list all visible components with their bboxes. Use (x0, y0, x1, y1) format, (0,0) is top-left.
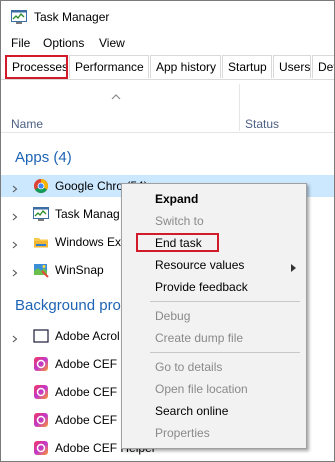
menu-view[interactable]: View (99, 36, 125, 50)
tab-processes[interactable]: Processes (5, 55, 68, 79)
chrome-icon (33, 178, 49, 194)
sort-up-icon[interactable] (111, 90, 121, 100)
menu-item-switch-to: Switch to (155, 214, 204, 228)
menu-item-properties: Properties (155, 426, 210, 440)
adobe-cef-icon (33, 440, 49, 456)
chevron-right-icon[interactable] (12, 210, 18, 221)
process-name: WinSnap (55, 263, 104, 277)
adobe-cef-icon (33, 356, 49, 372)
chevron-right-icon[interactable] (12, 238, 18, 249)
menu-item-expand[interactable]: Expand (155, 192, 198, 206)
task-manager-icon (33, 206, 49, 222)
chevron-right-icon[interactable] (12, 182, 18, 193)
menu-item-debug: Debug (155, 309, 191, 323)
column-header-name[interactable]: Name (11, 117, 43, 131)
title-bar[interactable]: Task Manager (1, 1, 334, 31)
menu-item-go-to-details: Go to details (155, 360, 223, 374)
window-title: Task Manager (34, 10, 110, 24)
process-name: Adobe CEF H (55, 357, 130, 371)
tab-users[interactable]: Users (273, 55, 311, 78)
chevron-right-icon[interactable] (12, 266, 18, 277)
chevron-right-icon[interactable] (12, 332, 18, 343)
tab-app-history[interactable]: App history (150, 55, 221, 78)
group-background-title: Background pro (15, 297, 121, 314)
process-name: Task Manag (55, 207, 120, 221)
column-divider[interactable] (239, 84, 240, 131)
process-name: Adobe Acrol (55, 329, 120, 343)
menu-separator (150, 352, 300, 353)
process-name: Adobe CEF H (55, 385, 130, 399)
menu-item-resource-values[interactable]: Resource values (155, 258, 244, 272)
tab-bar: Processes Performance App history Startu… (1, 55, 334, 80)
process-name: Windows Ex (55, 235, 122, 249)
header-divider (1, 132, 334, 133)
adobe-acrobat-icon (33, 328, 49, 344)
group-apps-title: Apps (4) (15, 149, 72, 166)
menu-separator (150, 301, 300, 302)
winsnap-icon (33, 262, 49, 278)
task-manager-icon (11, 10, 27, 24)
menu-file[interactable]: File (11, 36, 30, 50)
adobe-cef-icon (33, 384, 49, 400)
menu-options[interactable]: Options (43, 36, 84, 50)
menu-item-create-dump-file: Create dump file (155, 331, 244, 345)
tab-performance[interactable]: Performance (69, 55, 149, 78)
menu-item-end-task[interactable]: End task (155, 236, 202, 250)
chevron-right-icon (291, 261, 296, 272)
adobe-cef-icon (33, 412, 49, 428)
tab-details[interactable]: Det (312, 55, 334, 78)
menu-item-provide-feedback[interactable]: Provide feedback (155, 280, 248, 294)
explorer-folder-icon (33, 234, 49, 250)
process-name: Adobe CEF H (55, 413, 130, 427)
menu-item-search-online[interactable]: Search online (155, 404, 228, 418)
tab-startup[interactable]: Startup (222, 55, 272, 78)
column-header-status[interactable]: Status (245, 117, 279, 131)
menu-bar: File Options View (1, 33, 334, 53)
menu-item-open-file-location: Open file location (155, 382, 248, 396)
context-menu: Expand Switch to End task Resource value… (121, 183, 307, 449)
task-manager-window: Task Manager File Options View Processes… (0, 0, 335, 462)
